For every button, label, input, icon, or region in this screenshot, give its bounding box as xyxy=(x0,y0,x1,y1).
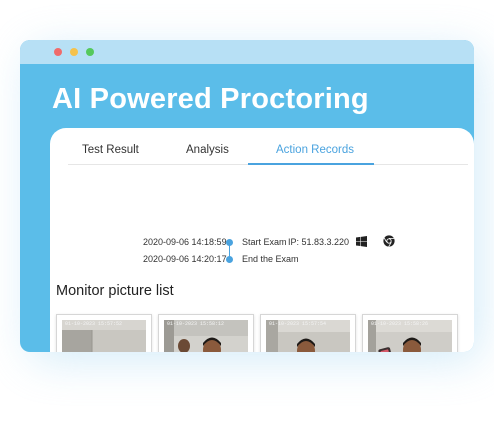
monitor-picture[interactable]: 01-10-2023 15:58:12 xyxy=(158,314,254,352)
monitor-picture[interactable]: 01-10-2023 15:57:54 xyxy=(260,314,356,352)
windows-icon xyxy=(356,236,367,247)
content-panel: Test Result Analysis Action Records 2020… xyxy=(50,128,474,352)
monitor-picture[interactable]: 01-10-2023 15:58:26 xyxy=(362,314,458,352)
close-window-button[interactable] xyxy=(54,48,62,56)
record-event: End the Exam xyxy=(242,254,299,264)
tab-test-result[interactable]: Test Result xyxy=(82,144,139,156)
monitor-picture[interactable]: 01-10-2023 15:57:52 xyxy=(56,314,152,352)
record-time: 2020-09-06 14:20:17 xyxy=(143,254,227,264)
app-window: AI Powered Proctoring Test Result Analys… xyxy=(20,40,474,352)
record-time: 2020-09-06 14:18:59 xyxy=(143,237,227,247)
timeline-dot xyxy=(226,239,233,246)
picture-timestamp: 01-10-2023 15:58:12 xyxy=(167,321,225,327)
active-tab-indicator xyxy=(248,163,374,165)
maximize-window-button[interactable] xyxy=(86,48,94,56)
record-event: Start Exam xyxy=(242,237,287,247)
picture-timestamp: 01-10-2023 15:57:54 xyxy=(269,321,327,327)
timeline-dot xyxy=(226,256,233,263)
record-ip: IP: 51.83.3.220 xyxy=(288,237,350,247)
tab-analysis[interactable]: Analysis xyxy=(186,144,229,156)
picture-timestamp: 01-10-2023 15:57:52 xyxy=(65,321,123,327)
title-bar xyxy=(20,40,474,64)
picture-timestamp: 01-10-2023 15:58:26 xyxy=(371,321,429,327)
page-headline: AI Powered Proctoring xyxy=(52,83,369,115)
tab-action-records[interactable]: Action Records xyxy=(276,144,354,156)
monitor-section-title: Monitor picture list xyxy=(56,283,174,299)
chrome-icon xyxy=(383,235,395,247)
minimize-window-button[interactable] xyxy=(70,48,78,56)
tab-bar: Test Result Analysis Action Records xyxy=(68,140,468,165)
